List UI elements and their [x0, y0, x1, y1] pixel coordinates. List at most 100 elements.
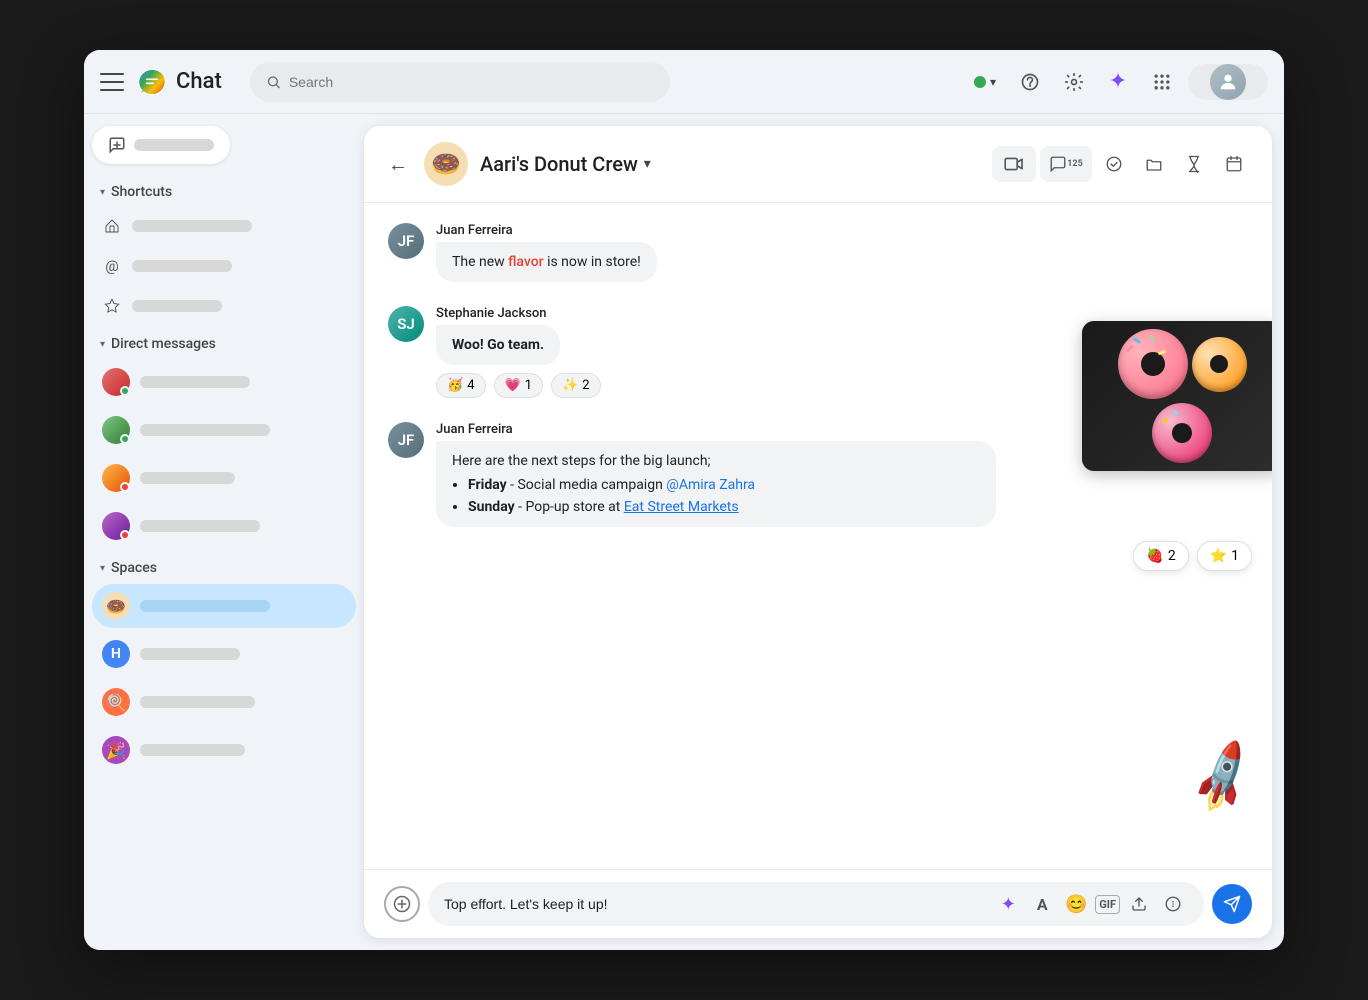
add-attachment-button[interactable]: [384, 886, 420, 922]
msg-list: Friday - Social media campaign @Amira Za…: [452, 477, 980, 515]
reaction-party[interactable]: 🥳 4: [436, 373, 486, 398]
space-donut-icon: 🍩: [102, 592, 130, 620]
reaction-count-3: 2: [582, 378, 589, 393]
top-bar-actions: ▾ ✦: [966, 64, 1268, 100]
eat-street-link[interactable]: Eat Street Markets: [624, 499, 739, 515]
space-party-label: [140, 744, 245, 756]
emoji-button[interactable]: 😊: [1061, 889, 1091, 919]
shortcuts-header[interactable]: ▾ Shortcuts: [92, 176, 356, 204]
reaction-heart[interactable]: 💗 1: [494, 373, 544, 398]
video-icon: [1004, 156, 1024, 172]
dm-name-2: [140, 424, 270, 436]
space-item-h[interactable]: H: [92, 632, 356, 676]
reaction-count-1: 4: [467, 378, 474, 393]
back-button[interactable]: ←: [384, 148, 412, 181]
sidebar-item-home[interactable]: [92, 208, 356, 244]
dm-name-1: [140, 376, 250, 388]
star-icon: [102, 296, 122, 316]
space-h-label: [140, 648, 240, 660]
add-icon: [393, 895, 411, 913]
msg-intro: Here are the next steps for the big laun…: [452, 453, 711, 469]
chat-input-wrapper[interactable]: ✦ A 😊 GIF: [428, 882, 1204, 926]
folder-icon: [1145, 155, 1163, 173]
float-chip-star[interactable]: ⭐ 1: [1197, 541, 1252, 571]
hourglass-button[interactable]: [1176, 146, 1212, 182]
mentions-icon: [1049, 155, 1067, 173]
send-button[interactable]: [1212, 884, 1252, 924]
float-chip-strawberry[interactable]: 🍓 2: [1133, 541, 1188, 571]
msg-text-2: Woo! Go team.: [452, 337, 544, 353]
starred-label: [132, 300, 222, 312]
avatar-image: [1210, 64, 1246, 100]
folder-button[interactable]: [1136, 146, 1172, 182]
gif-button[interactable]: GIF: [1095, 895, 1120, 914]
msg-bubble-2: Woo! Go team.: [436, 325, 560, 365]
dm-avatar-1: [102, 368, 130, 396]
menu-icon[interactable]: [100, 70, 124, 94]
search-bar[interactable]: [250, 62, 670, 102]
help-button[interactable]: [1012, 64, 1048, 100]
user-avatar[interactable]: [1210, 64, 1246, 100]
reaction-sparkle[interactable]: ✨ 2: [551, 373, 601, 398]
tasks-button[interactable]: [1096, 146, 1132, 182]
sidebar: ▾ Shortcuts @: [84, 114, 364, 950]
mentions-button[interactable]: 125: [1040, 146, 1092, 182]
video-call-button[interactable]: [992, 146, 1036, 182]
msg-sender-2: Stephanie Jackson: [436, 306, 1248, 321]
upload-button[interactable]: [1124, 889, 1154, 919]
float-count-1: 2: [1168, 548, 1176, 564]
reaction-emoji-3: ✨: [562, 378, 578, 393]
search-input[interactable]: [289, 74, 654, 90]
bullet-1-mention[interactable]: @Amira Zahra: [666, 477, 755, 493]
profile-area[interactable]: [1188, 64, 1268, 100]
space-item-swirl[interactable]: 🍭: [92, 680, 356, 724]
spaces-header[interactable]: ▾ Spaces: [92, 552, 356, 580]
bullet-1-label: Friday: [468, 477, 507, 493]
sidebar-item-mentions[interactable]: @: [92, 248, 356, 284]
flavor-text: flavor: [508, 254, 543, 270]
dm-item-1[interactable]: [92, 360, 356, 404]
more-options-button[interactable]: [1158, 889, 1188, 919]
new-chat-button[interactable]: [92, 126, 230, 164]
shortcuts-arrow: ▾: [100, 187, 105, 198]
chat-title-chevron[interactable]: ▾: [644, 156, 651, 172]
msg-bubble-1: The new flavor is now in store!: [436, 242, 657, 282]
bullet-2-text: - Pop-up store at: [518, 499, 624, 515]
settings-button[interactable]: [1056, 64, 1092, 100]
msg-bullet-1: Friday - Social media campaign @Amira Za…: [468, 477, 980, 493]
space-swirl-icon: 🍭: [102, 688, 130, 716]
dm-item-3[interactable]: [92, 456, 356, 500]
chat-header-actions: 125: [992, 146, 1252, 182]
donut-image: [1082, 321, 1272, 471]
bullet-1-text: - Social media campaign: [510, 477, 666, 493]
msg-text-1a: The new: [452, 254, 508, 270]
chat-input[interactable]: [444, 896, 993, 912]
upload-icon: [1131, 896, 1147, 912]
msg-avatar-juan-1: JF: [388, 223, 424, 259]
dm-item-4[interactable]: [92, 504, 356, 548]
dm-item-2[interactable]: [92, 408, 356, 452]
dm-status-3: [120, 482, 130, 492]
gemini-button[interactable]: ✦: [1100, 64, 1136, 100]
dm-header[interactable]: ▾ Direct messages: [92, 328, 356, 356]
space-donut-label: [140, 600, 270, 612]
apps-button[interactable]: [1144, 64, 1180, 100]
dm-name-4: [140, 520, 260, 532]
spaces-arrow: ▾: [100, 563, 105, 574]
new-chat-icon: [108, 136, 126, 154]
dm-avatar-3: [102, 464, 130, 492]
chat-group-avatar: 🍩: [424, 142, 468, 186]
msg-bubble-3: Here are the next steps for the big laun…: [436, 441, 996, 527]
calendar-button[interactable]: [1216, 146, 1252, 182]
shortcuts-label: Shortcuts: [111, 184, 172, 200]
gemini-input-button[interactable]: ✦: [993, 889, 1023, 919]
dm-status-2: [120, 434, 130, 444]
space-item-donut[interactable]: 🍩: [92, 584, 356, 628]
sidebar-item-starred[interactable]: [92, 288, 356, 324]
space-item-party[interactable]: 🎉: [92, 728, 356, 772]
message-group-1: JF Juan Ferreira The new flavor is now i…: [388, 223, 1248, 282]
input-area: ✦ A 😊 GIF: [364, 869, 1272, 938]
new-chat-label: [134, 139, 214, 151]
format-text-button[interactable]: A: [1027, 889, 1057, 919]
status-indicator[interactable]: ▾: [966, 71, 1004, 93]
